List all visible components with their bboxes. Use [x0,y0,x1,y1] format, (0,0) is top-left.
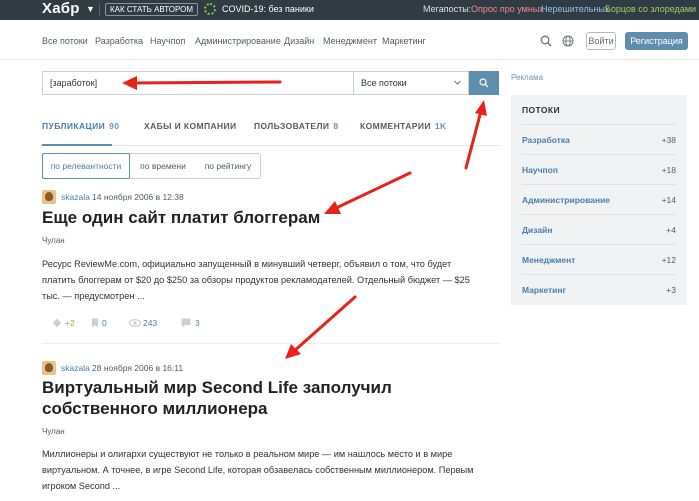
sidebar-item-label: Дизайн [522,225,553,235]
sort-by-relevance-button[interactable]: по релевантности [42,153,130,179]
post-title[interactable]: Еще один сайт платит блоггерам [42,207,482,228]
tab-count: 1k [434,121,447,131]
eye-icon [129,319,141,327]
sort-by-rating-button[interactable]: по рейтингу [195,154,261,178]
nav-item-development[interactable]: Разработка [95,35,143,47]
sidebar-item-development[interactable]: Разработка +38 [522,124,676,154]
how-to-become-author-button[interactable]: Как стать автором [105,3,199,16]
streams-sidebar: Потоки Разработка +38 Научпоп +18 Админи… [511,95,687,305]
post-preview-text: Миллионеры и олигархи существуют не толь… [42,449,474,491]
top-bar: Хабр ▼ Как стать автором COVID-19: без п… [0,0,699,20]
bookmark-count: 0 [102,318,107,328]
tab-count: 8 [333,121,339,131]
tab-label: Хабы и компании [144,121,237,131]
avatar[interactable] [42,361,56,375]
tab-hubs[interactable]: Хабы и компании [144,121,237,132]
sidebar-item-science[interactable]: Научпоп +18 [522,154,676,184]
tab-users[interactable]: Пользователи 8 [254,121,339,132]
nav-item-management[interactable]: Менеджмент [323,35,377,47]
sidebar-item-management[interactable]: Менеджмент +12 [522,244,676,274]
sidebar-item-count: +38 [661,135,676,145]
login-button[interactable]: Войти [586,32,616,50]
chevron-down-icon[interactable]: ▼ [86,2,95,16]
sidebar-item-count: +3 [666,285,676,295]
sidebar-item-label: Разработка [522,135,570,145]
sort-options: по релевантности по времени по рейтингу [42,153,261,179]
divider [42,343,500,344]
chevron-down-icon[interactable] [454,79,461,86]
active-tab-indicator [42,144,112,146]
megapost-link[interactable]: Борцов со злоредами [605,3,696,16]
search-icon[interactable] [540,35,552,47]
tab-label: Пользователи [254,121,330,131]
sidebar-item-label: Менеджмент [522,255,576,265]
post-date: 28 ноября 2006 в 16:11 [92,363,184,373]
divider [99,3,100,16]
post-author[interactable]: skazala [61,192,90,203]
vote-icon[interactable] [52,318,62,328]
sidebar-item-label: Научпоп [522,165,558,175]
register-button[interactable]: Регистрация [625,32,688,50]
megapost-link[interactable]: Опрос про умных [471,3,544,16]
nav-item-design[interactable]: Дизайн [284,35,314,47]
sort-by-time-button[interactable]: по времени [131,154,195,178]
comments-count[interactable]: 3 [195,318,200,329]
annotation-arrow [464,100,487,170]
avatar[interactable] [42,190,56,204]
post-hub[interactable]: Чулан [42,427,65,437]
post-title[interactable]: Виртуальный мир Second Life заполучил со… [42,377,462,419]
nav-item-all-streams[interactable]: Все потоки [42,35,88,47]
vote-count: +2 [65,318,75,328]
globe-icon[interactable] [562,35,574,47]
sidebar-item-label: Администрирование [522,195,611,205]
covid-link[interactable]: COVID-19: без паники [222,3,314,16]
post-date: 14 ноября 2006 в 12:38 [92,192,184,202]
sidebar-item-count: +18 [661,165,676,175]
habr-logo[interactable]: Хабр [42,0,80,18]
search-button[interactable] [469,71,499,95]
sidebar-item-design[interactable]: Дизайн +4 [522,214,676,244]
megapost-link[interactable]: Нерешительных [541,3,609,16]
sidebar-item-count: +4 [666,225,676,235]
tab-comments[interactable]: Комментарии 1k [360,121,447,132]
bookmark-icon[interactable] [90,318,100,328]
post-author[interactable]: skazala [61,363,90,374]
sidebar-title: Потоки [522,105,561,115]
sidebar-item-label: Маркетинг [522,285,567,295]
megaposts-label: Мегапосты: [423,4,472,14]
sidebar-item-administration[interactable]: Администрирование +14 [522,184,676,214]
stream-scope-select[interactable]: Все потоки [353,71,469,95]
annotation-arrow [285,295,357,359]
nav-item-marketing[interactable]: Маркетинг [382,35,426,47]
search-input[interactable]: [заработок] [42,71,354,95]
nav-item-science[interactable]: Научпоп [150,35,185,47]
sidebar-item-marketing[interactable]: Маркетинг +3 [522,274,676,304]
post-stats: +2 0 243 3 [42,312,212,336]
tab-label: Публикации [42,121,106,131]
tab-publications[interactable]: Публикации 90 [42,121,119,132]
post-hub[interactable]: Чулан [42,236,65,246]
tab-label: Комментарии [360,121,431,131]
nav-item-administration[interactable]: Администрирование [195,35,281,47]
sidebar-item-count: +12 [661,255,676,265]
virus-icon [204,3,216,15]
tab-count: 90 [109,121,120,131]
sidebar-item-count: +14 [661,195,676,205]
search-icon [479,78,489,88]
views-count: 243 [143,318,158,328]
comment-icon[interactable] [181,318,191,328]
post-preview-text: Ресурс ReviewMe.com, официально запущенн… [42,259,470,301]
ad-label[interactable]: Реклама [511,73,543,83]
